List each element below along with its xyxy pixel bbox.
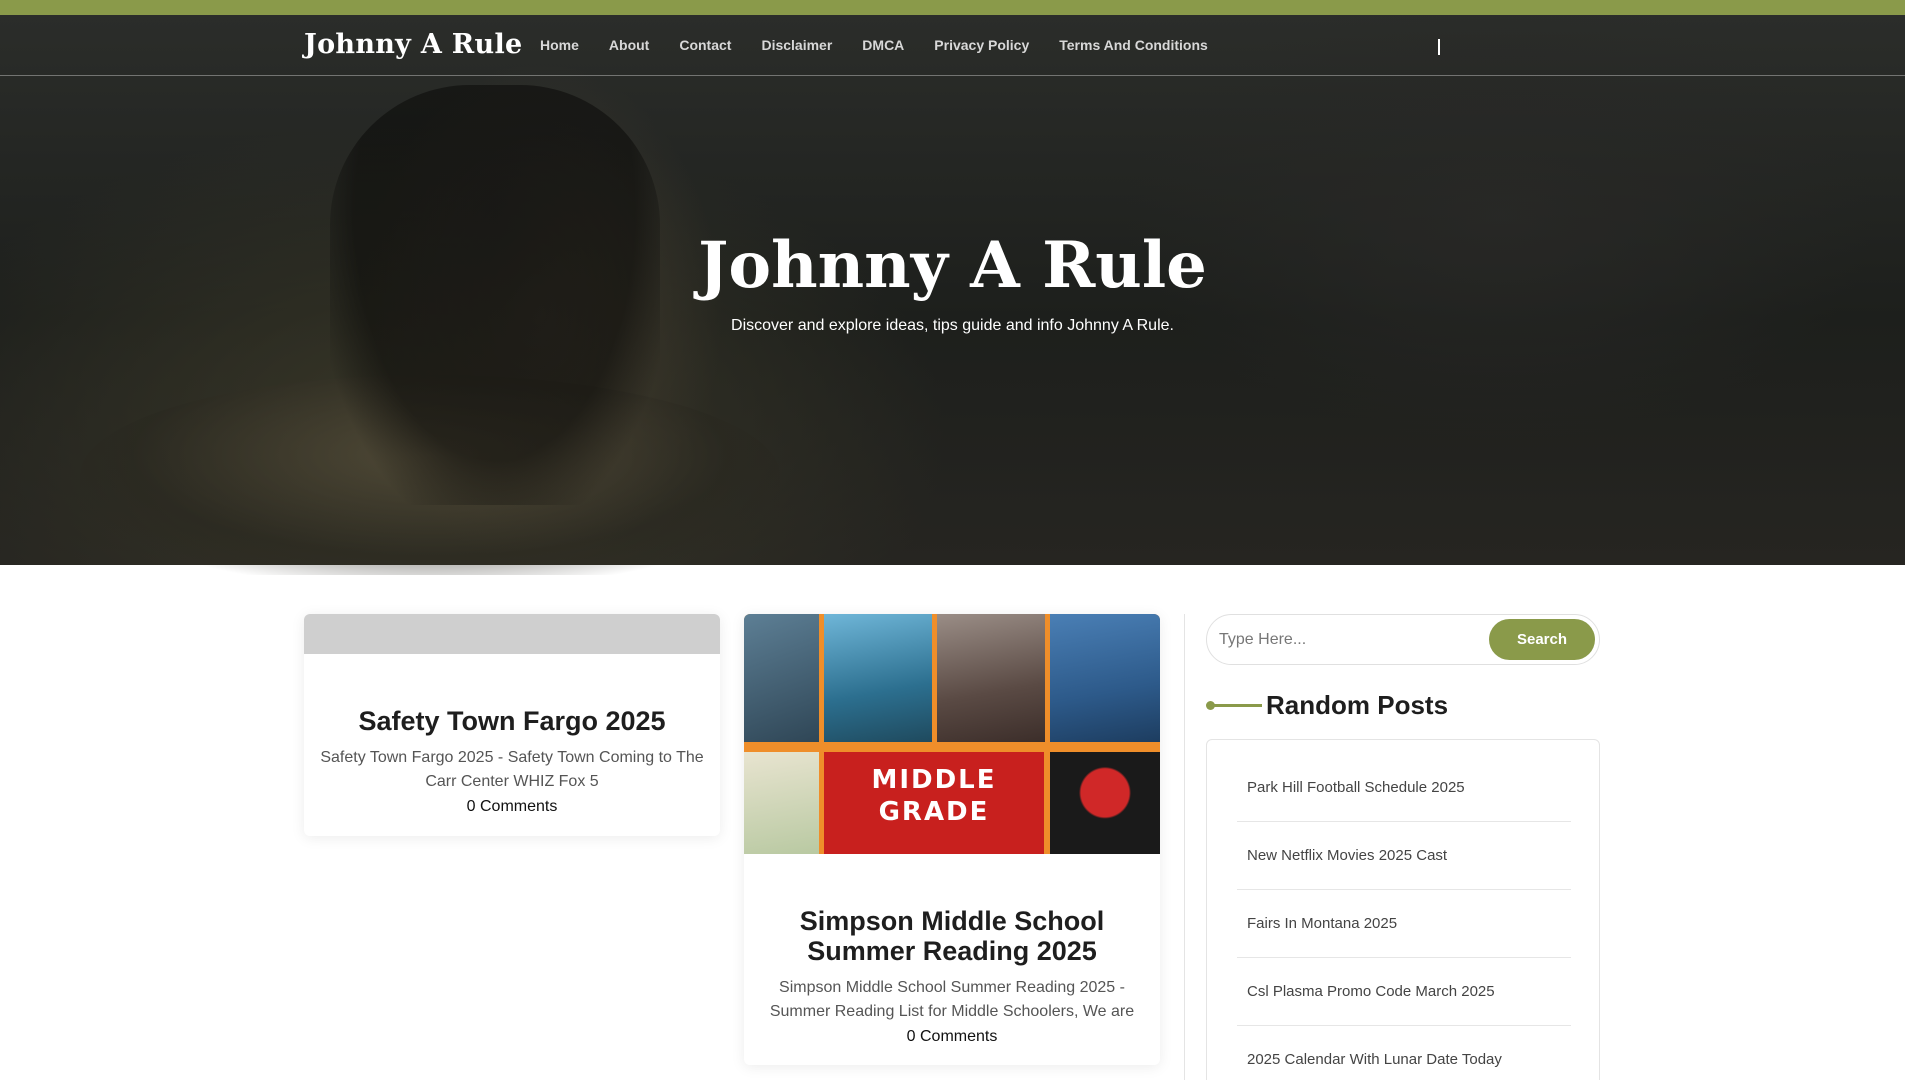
site-logo[interactable]: Johnny A Rule [304,29,523,60]
hero-tagline: Discover and explore ideas, tips guide a… [731,317,1174,334]
heading-decoration-line [1212,704,1262,707]
post-comments-count[interactable]: 0 Comments [304,798,720,816]
content-divider [1184,614,1185,1080]
list-item: Fairs In Montana 2025 [1237,890,1571,958]
list-item: Park Hill Football Schedule 2025 [1237,754,1571,822]
nav-item-disclaimer[interactable]: Disclaimer [761,37,832,53]
random-posts-list: Park Hill Football Schedule 2025 New Net… [1237,754,1571,1080]
post-thumbnail-image[interactable]: MIDDLE GRADE [744,614,1160,854]
search-toggle-icon[interactable] [1438,39,1440,55]
book-image-caption: MIDDLE GRADE [871,765,997,827]
random-post-link[interactable]: Fairs In Montana 2025 [1247,915,1397,932]
site-header: Johnny A Rule Home About Contact Disclai… [0,15,1905,76]
post-title[interactable]: Simpson Middle School Summer Reading 202… [744,906,1160,966]
nav-item-about[interactable]: About [609,37,649,53]
post-thumbnail-placeholder[interactable] [304,614,720,654]
hero-title: Johnny A Rule [698,228,1207,303]
heading-decoration-dot [1206,701,1215,710]
random-post-link[interactable]: Park Hill Football Schedule 2025 [1247,779,1465,796]
book-cover-image [824,614,932,742]
post-card: Safety Town Fargo 2025 Safety Town Fargo… [304,614,720,836]
post-comments-count[interactable]: 0 Comments [744,1028,1160,1046]
list-item: 2025 Calendar With Lunar Date Today [1237,1026,1571,1080]
book-cover-image [744,752,819,854]
random-post-link[interactable]: 2025 Calendar With Lunar Date Today [1247,1051,1502,1068]
list-item: Csl Plasma Promo Code March 2025 [1237,958,1571,1026]
nav-item-contact[interactable]: Contact [679,37,731,53]
nav-item-terms[interactable]: Terms And Conditions [1059,37,1208,53]
sidebar-search-form: Search [1206,614,1600,665]
post-excerpt: Simpson Middle School Summer Reading 202… [769,979,1135,1020]
random-posts-title: Random Posts [1266,690,1449,720]
nav-item-home[interactable]: Home [540,37,579,53]
random-posts-widget: Park Hill Football Schedule 2025 New Net… [1206,739,1600,1080]
nav-item-privacy-policy[interactable]: Privacy Policy [934,37,1029,53]
top-accent-bar [0,0,1905,15]
list-item: New Netflix Movies 2025 Cast [1237,822,1571,890]
nav-item-dmca[interactable]: DMCA [862,37,904,53]
book-cover-image [744,614,819,742]
random-post-link[interactable]: Csl Plasma Promo Code March 2025 [1247,983,1495,1000]
book-cover-image [1050,614,1160,742]
book-cover-image [1050,752,1160,854]
post-title[interactable]: Safety Town Fargo 2025 [304,706,720,736]
search-input[interactable] [1219,623,1469,657]
random-post-link[interactable]: New Netflix Movies 2025 Cast [1247,847,1447,864]
book-cover-image [937,614,1045,742]
main-nav: Home About Contact Disclaimer DMCA Priva… [540,37,1238,53]
post-card: MIDDLE GRADE Simpson Middle School Summe… [744,614,1160,1065]
search-button[interactable]: Search [1489,619,1595,660]
post-excerpt: Safety Town Fargo 2025 - Safety Town Com… [320,749,704,790]
